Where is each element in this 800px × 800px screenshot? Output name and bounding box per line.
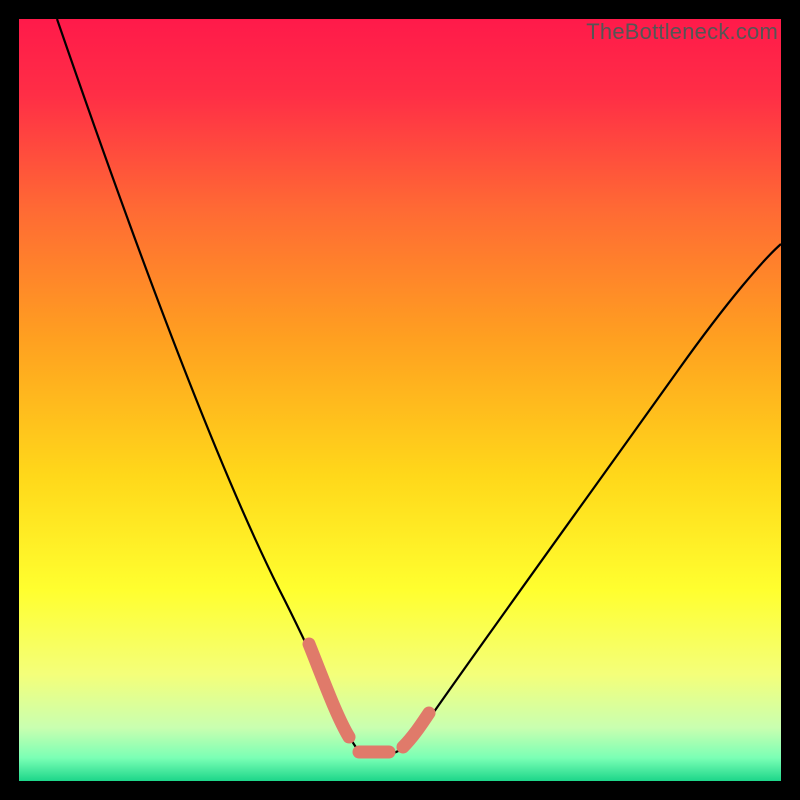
chart-frame: TheBottleneck.com <box>19 19 781 781</box>
watermark-text: TheBottleneck.com <box>586 19 778 45</box>
dash-right-ascent <box>403 713 429 747</box>
left-curve <box>57 19 369 754</box>
bottleneck-dash-overlay <box>309 644 429 752</box>
dash-left-descent <box>309 644 349 737</box>
chart-curves <box>19 19 781 781</box>
right-curve <box>387 244 781 754</box>
